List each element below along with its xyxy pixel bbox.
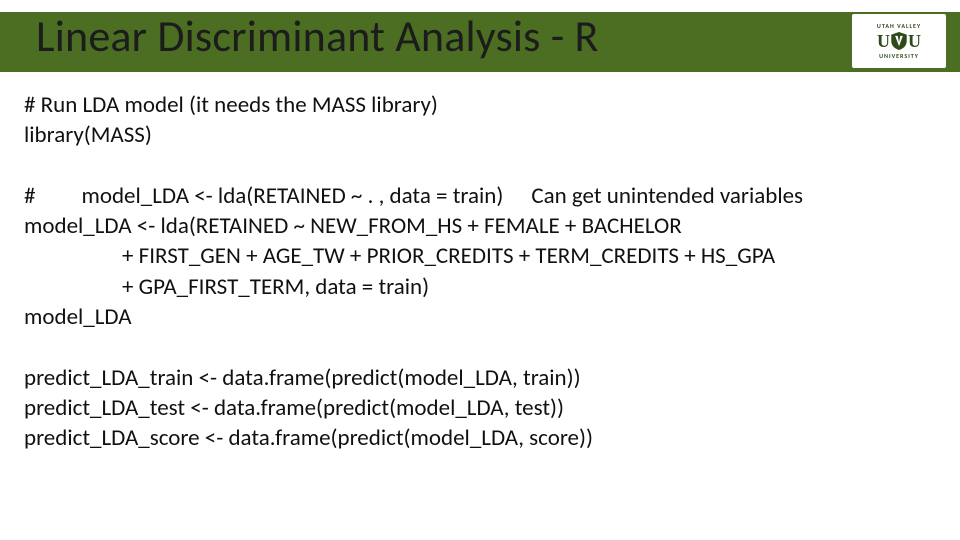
code-line: predict_LDA_score <- data.frame(predict(… — [24, 423, 936, 453]
code-line: + FIRST_GEN + AGE_TW + PRIOR_CREDITS + T… — [24, 241, 936, 271]
code-line: # model_LDA <- lda(RETAINED ~ . , data = … — [24, 181, 936, 211]
code-line: library(MASS) — [24, 120, 936, 150]
code-line: predict_LDA_test <- data.frame(predict(m… — [24, 393, 936, 423]
code-line: model_LDA — [24, 302, 936, 332]
code-text: # — [24, 182, 35, 210]
slide-header: Linear Discriminant Analysis - R UTAH VA… — [0, 0, 960, 72]
logo-letter-u2: U — [908, 32, 921, 50]
logo-text-top: UTAH VALLEY — [877, 22, 921, 30]
code-text: Can get unintended variables — [531, 182, 803, 210]
logo-letter-u: U — [877, 32, 890, 50]
slide-title: Linear Discriminant Analysis - R — [36, 0, 599, 72]
logo-text-mid: U U — [877, 32, 921, 50]
code-line: predict_LDA_train <- data.frame(predict(… — [24, 363, 936, 393]
slide-body: # Run LDA model (it needs the MASS libra… — [0, 72, 960, 454]
code-line: # Run LDA model (it needs the MASS libra… — [24, 90, 936, 120]
logo-text-bottom: UNIVERSITY — [879, 52, 919, 60]
code-text: model_LDA <- lda(RETAINED ~ . , data = t… — [81, 182, 503, 210]
code-line: model_LDA <- lda(RETAINED ~ NEW_FROM_HS … — [24, 211, 936, 241]
shield-icon — [891, 32, 907, 50]
code-line: + GPA_FIRST_TERM, data = train) — [24, 272, 936, 302]
uvu-logo: UTAH VALLEY U U UNIVERSITY — [852, 14, 946, 68]
